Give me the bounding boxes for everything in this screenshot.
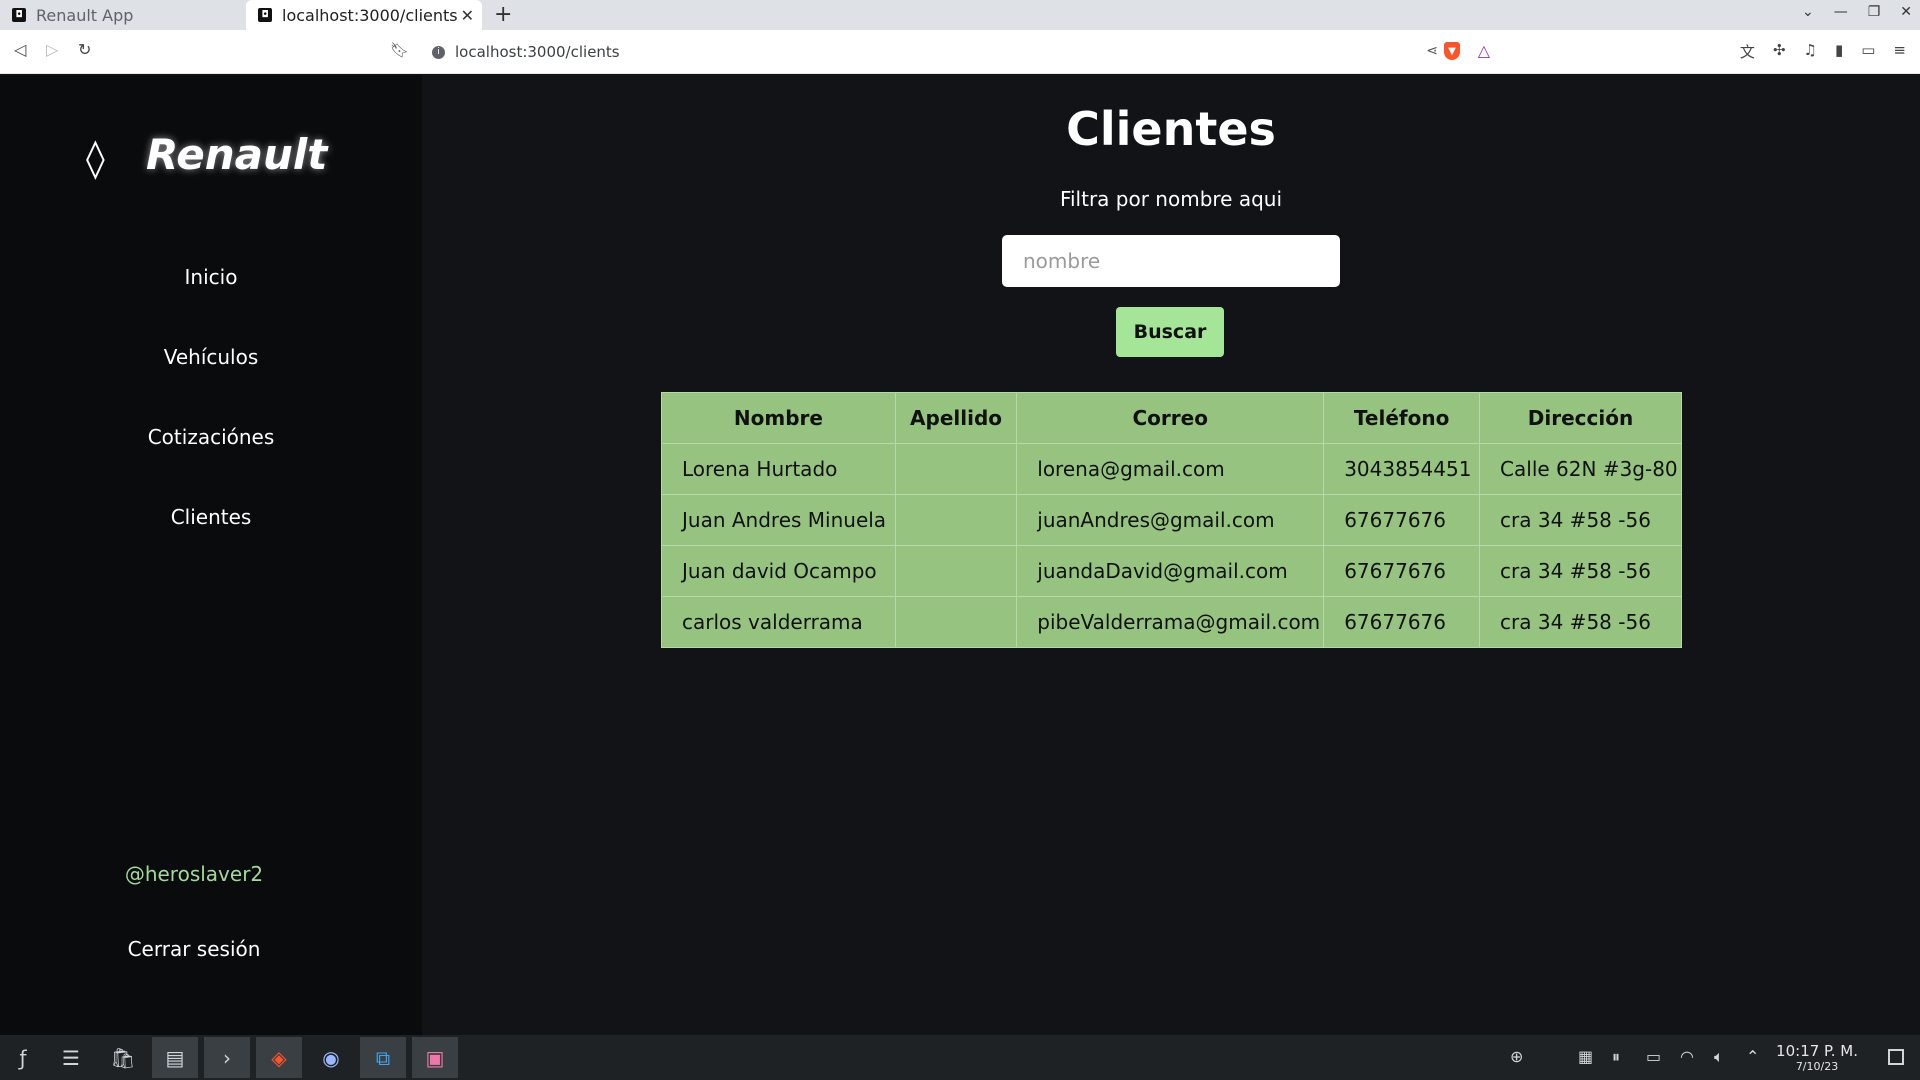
cell-telefono: 67677676 [1323,494,1481,546]
chevron-down-icon[interactable]: ⌄ [1802,4,1814,20]
show-desktop-icon[interactable] [1888,1049,1904,1065]
clock-date: 7/10/23 [1795,1060,1839,1073]
media-player-icon[interactable]: ⏸ [1612,1047,1620,1067]
cell-apellido [894,545,1018,597]
sidebar-toggle-icon[interactable]: ▮ [1835,41,1843,62]
fedora-launcher-icon[interactable]: ƒ [0,1037,46,1078]
search-input[interactable] [1002,235,1340,287]
table-row: Juan Andres Minuela juanAndres@gmail.com… [661,494,1682,546]
new-tab-icon[interactable]: + [494,2,512,27]
wallet-icon[interactable]: ▭ [1861,41,1875,62]
clients-table: Nombre Apellido Correo Teléfono Direcció… [661,392,1682,648]
media-icon[interactable]: ♫ [1804,41,1817,62]
cell-direccion: cra 34 #58 -56 [1479,545,1682,597]
cell-nombre: carlos valderrama [661,596,896,648]
taskbar: ƒ ☰ 🛍︎ ▤ › ◈ ◉ ⧉ ▣ ⊕ ▦ ⏸ ▭ ◠ 🔈︎ ⌃ 10:17 … [0,1035,1920,1080]
terminal-icon[interactable]: › [204,1037,250,1078]
renault-logo-icon: ◊ [86,136,105,180]
address-bar[interactable]: i localhost:3000/clients ⋖ ▼ △ [420,35,1500,69]
column-header-nombre: Nombre [661,392,896,444]
screenshot-tool-icon[interactable]: ▣ [412,1037,458,1078]
table-row: Juan david Ocampo juandaDavid@gmail.com … [661,545,1682,597]
chromium-icon[interactable]: ◉ [308,1037,354,1078]
clock-time: 10:17 P. M. [1776,1042,1858,1060]
cell-direccion: Calle 62N #3g-80 [1479,443,1682,495]
table-header-row: Nombre Apellido Correo Teléfono Direcció… [661,392,1682,444]
tray-expand-icon[interactable]: ⌃ [1746,1047,1759,1066]
cell-correo: pibeValderrama@gmail.com [1016,596,1325,648]
column-header-telefono: Teléfono [1323,392,1481,444]
battery-icon[interactable]: ▭ [1646,1047,1661,1066]
brave-browser-icon[interactable]: ◈ [256,1037,302,1078]
sidebar: ◊ Renault Inicio Vehículos Cotizaciónes … [0,75,422,1035]
browser-toolbar: ◁ ▷ ↻ 🔖︎ i localhost:3000/clients ⋖ ▼ △ … [0,30,1920,74]
software-store-icon[interactable]: 🛍︎ [100,1037,146,1078]
window-controls: ⌄ — ❐ ✕ [1802,4,1912,20]
url-text[interactable]: localhost:3000/clients [455,43,620,61]
cell-apellido [894,443,1018,495]
brave-rewards-icon[interactable]: △ [1478,41,1490,60]
table-row: Lorena Hurtado lorena@gmail.com 30438544… [661,443,1682,495]
sidebar-nav: Inicio Vehículos Cotizaciónes Clientes [0,237,422,557]
clipboard-icon[interactable]: ▦ [1578,1047,1593,1066]
cell-nombre: Lorena Hurtado [661,443,896,495]
close-window-icon[interactable]: ✕ [1900,4,1912,20]
bookmark-icon[interactable]: 🔖︎ [390,41,409,59]
extensions-icon[interactable]: ✣ [1773,41,1786,62]
forward-icon[interactable]: ▷ [46,40,58,59]
username: @heroslaver2 [124,862,264,886]
favicon-icon: ◘ [12,8,26,22]
cell-apellido [894,596,1018,648]
cell-correo: juanAndres@gmail.com [1016,494,1325,546]
sidebar-item-vehiculos[interactable]: Vehículos [0,317,422,397]
search-button[interactable]: Buscar [1116,307,1224,357]
extension-icons: 文 ✣ ♫ ▮ ▭ ≡ [1740,41,1906,62]
page-title: Clientes [1066,102,1276,156]
file-manager-icon[interactable]: ▤ [152,1037,198,1078]
task-manager-icon[interactable]: ☰ [48,1037,94,1078]
table-row: carlos valderrama pibeValderrama@gmail.c… [661,596,1682,648]
cell-direccion: cra 34 #58 -56 [1479,596,1682,648]
reload-icon[interactable]: ↻ [78,40,91,59]
tab-label: Renault App [36,5,134,25]
cell-telefono: 67677676 [1323,545,1481,597]
tab-label: localhost:3000/clients [282,5,458,25]
sidebar-item-inicio[interactable]: Inicio [0,237,422,317]
column-header-apellido: Apellido [894,392,1018,444]
translate-icon[interactable]: 文 [1740,41,1755,62]
close-tab-icon[interactable]: ✕ [461,6,474,25]
tab-clients[interactable]: ◘ localhost:3000/clients ✕ [246,0,482,30]
logout-button[interactable]: Cerrar sesión [0,937,388,961]
brave-shield-icon[interactable]: ▼ [1444,42,1460,60]
tab-renault-app[interactable]: ◘ Renault App [0,0,244,30]
cell-nombre: Juan david Ocampo [661,545,896,597]
maximize-icon[interactable]: ❐ [1868,4,1881,20]
site-info-icon[interactable]: i [432,45,445,59]
column-header-correo: Correo [1016,392,1325,444]
cell-telefono: 67677676 [1323,596,1481,648]
cell-nombre: Juan Andres Minuela [661,494,896,546]
favicon-icon: ◘ [258,8,272,22]
vscode-icon[interactable]: ⧉ [360,1037,406,1078]
back-icon[interactable]: ◁ [14,40,26,59]
column-header-direccion: Dirección [1479,392,1682,444]
main-content: Clientes Filtra por nombre aqui Buscar N… [422,75,1920,1035]
sidebar-item-cotizaciones[interactable]: Cotizaciónes [0,397,422,477]
discover-updates-icon[interactable]: ⊕ [1510,1047,1523,1066]
volume-icon[interactable]: 🔈︎ [1714,1047,1724,1067]
menu-icon[interactable]: ≡ [1893,41,1906,62]
sidebar-item-clientes[interactable]: Clientes [0,477,422,557]
logo-text: Renault [146,130,328,179]
minimize-icon[interactable]: — [1834,4,1848,20]
cell-correo: juandaDavid@gmail.com [1016,545,1325,597]
cell-apellido [894,494,1018,546]
share-icon[interactable]: ⋖ [1426,43,1438,59]
cell-correo: lorena@gmail.com [1016,443,1325,495]
browser-tab-bar: ◘ Renault App ◘ localhost:3000/clients ✕… [0,0,1920,30]
filter-label: Filtra por nombre aqui [1059,187,1283,211]
wifi-icon[interactable]: ◠ [1680,1047,1694,1066]
cell-telefono: 3043854451 [1323,443,1481,495]
system-clock[interactable]: 10:17 P. M. 7/10/23 [1776,1042,1858,1073]
cell-direccion: cra 34 #58 -56 [1479,494,1682,546]
